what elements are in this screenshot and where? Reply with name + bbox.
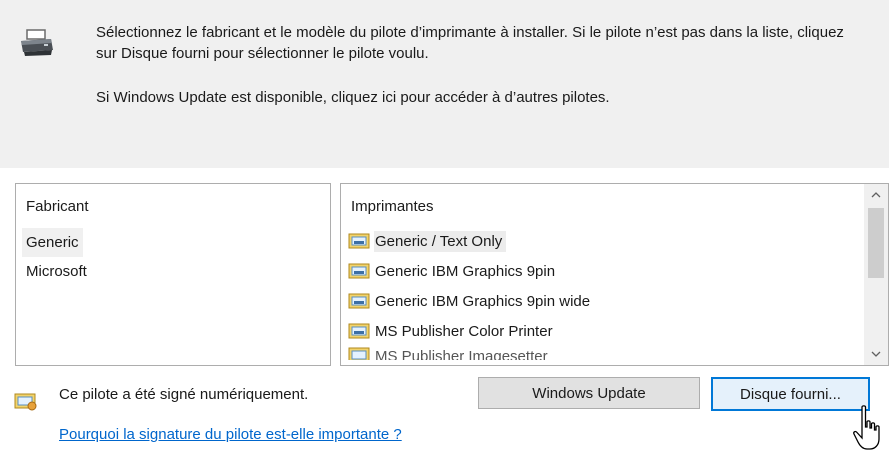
list-item[interactable]: Generic IBM Graphics 9pin wide bbox=[348, 286, 858, 316]
list-item-label: Generic / Text Only bbox=[374, 230, 507, 252]
intro-line-2: Si Windows Update est disponible, clique… bbox=[96, 89, 610, 106]
scroll-up-icon[interactable] bbox=[864, 184, 888, 206]
signed-status-text: Ce pilote a été signé numériquement. bbox=[59, 386, 309, 403]
printer-driver-icon bbox=[348, 293, 370, 309]
printer-driver-icon bbox=[348, 263, 370, 279]
list-item[interactable]: MS Publisher Imagesetter bbox=[348, 346, 858, 360]
manufacturer-list-header: Fabricant bbox=[26, 198, 89, 215]
header-panel: Sélectionnez le fabricant et le modèle d… bbox=[0, 0, 889, 168]
printer-driver-icon bbox=[348, 347, 370, 360]
printer-list-header: Imprimantes bbox=[351, 198, 434, 215]
printer-driver-icon bbox=[348, 323, 370, 339]
printer-list-scrollbar[interactable] bbox=[864, 184, 888, 365]
manufacturer-list[interactable]: Fabricant Generic Microsoft bbox=[15, 183, 331, 366]
list-item[interactable]: Generic IBM Graphics 9pin bbox=[348, 256, 858, 286]
list-item-label: Generic IBM Graphics 9pin wide bbox=[375, 292, 591, 310]
list-item-microsoft[interactable]: Microsoft bbox=[22, 257, 91, 286]
list-item-label: MS Publisher Color Printer bbox=[375, 322, 553, 340]
printer-driver-dialog: Sélectionnez le fabricant et le modèle d… bbox=[0, 0, 889, 457]
scrollbar-thumb[interactable] bbox=[868, 208, 884, 278]
mouse-pointer-icon bbox=[853, 405, 880, 450]
signed-driver-icon bbox=[14, 393, 37, 411]
printer-driver-icon bbox=[348, 233, 370, 249]
intro-text: Sélectionnez le fabricant et le modèle d… bbox=[96, 22, 866, 108]
windows-update-button[interactable]: Windows Update bbox=[478, 377, 700, 409]
list-item[interactable]: Generic / Text Only bbox=[348, 226, 858, 256]
intro-line-1: Sélectionnez le fabricant et le modèle d… bbox=[96, 24, 844, 62]
signature-info-link[interactable]: Pourquoi la signature du pilote est-elle… bbox=[59, 426, 402, 443]
printer-items: Generic / Text Only Generic IBM Graphics… bbox=[348, 226, 858, 360]
scroll-down-icon[interactable] bbox=[864, 343, 888, 365]
printer-list[interactable]: Imprimantes Generic / Text Only Generic … bbox=[340, 183, 889, 366]
list-item-label: Generic IBM Graphics 9pin bbox=[375, 262, 556, 280]
have-disk-button[interactable]: Disque fourni... bbox=[711, 377, 870, 411]
list-item[interactable]: MS Publisher Color Printer bbox=[348, 316, 858, 346]
list-item-generic[interactable]: Generic bbox=[22, 228, 83, 257]
manufacturer-items: Generic Microsoft bbox=[22, 228, 322, 286]
printer-icon bbox=[21, 29, 53, 56]
list-item-label: MS Publisher Imagesetter bbox=[375, 348, 548, 360]
